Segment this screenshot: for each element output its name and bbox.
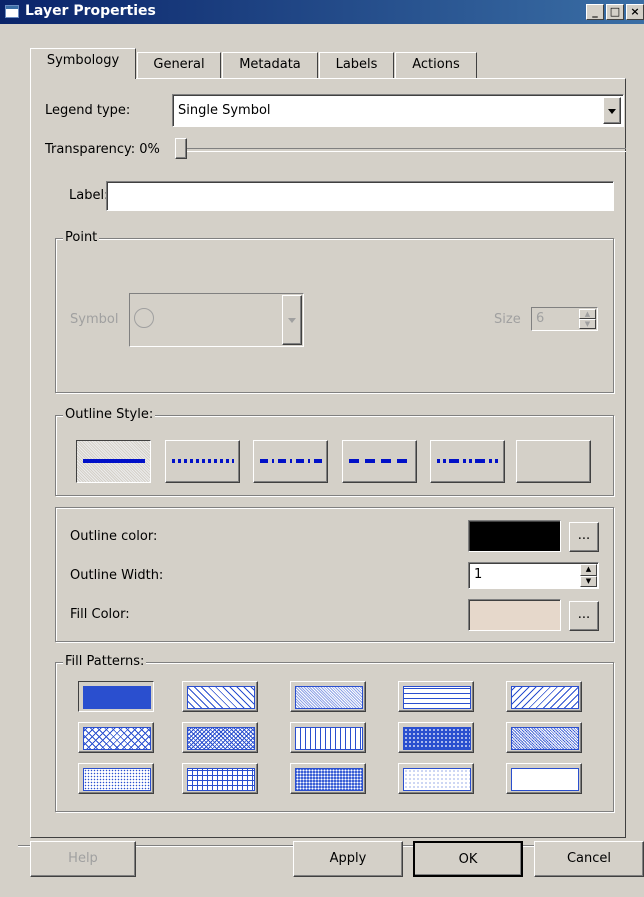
outline-style-none-button[interactable] (516, 440, 591, 483)
outline-width-spinner[interactable]: 1 ▲ ▼ (468, 562, 599, 589)
legend-type-label: Legend type: (45, 103, 131, 118)
help-button[interactable]: Help (30, 841, 136, 877)
symbol-label: Symbol (70, 312, 119, 327)
pattern-diagonal-left-icon (187, 686, 255, 709)
close-button[interactable]: × (626, 4, 644, 20)
tab-metadata[interactable]: Metadata (222, 52, 318, 78)
outline-style-dot-dash-button[interactable] (430, 440, 505, 483)
transparency-label: Transparency: 0% (45, 142, 160, 157)
tab-general[interactable]: General (137, 52, 221, 78)
outline-style-dash-dot-button[interactable] (253, 440, 328, 483)
pattern-grid-icon (187, 768, 255, 791)
window-title: Layer Properties (25, 3, 156, 19)
point-group-title: Point (63, 230, 100, 245)
fill-pattern-solid-button[interactable] (78, 681, 154, 712)
tab-labels-label: Labels (335, 57, 378, 72)
circle-icon (134, 308, 154, 328)
label-input[interactable] (106, 181, 614, 211)
outline-style-solid-button[interactable] (76, 440, 151, 483)
fill-pattern-dense-dots-dark-button[interactable] (398, 722, 474, 753)
cancel-button[interactable]: Cancel (534, 841, 644, 877)
chevron-down-icon (608, 109, 616, 114)
outline-style-dashed-button[interactable] (342, 440, 417, 483)
tab-labels[interactable]: Labels (319, 52, 394, 78)
pattern-solid-icon (83, 686, 151, 709)
pattern-checker-icon (511, 727, 579, 750)
pattern-hollow-icon (511, 768, 579, 791)
pattern-dense-dots-dark-icon (403, 727, 471, 750)
line-dashed-icon (349, 459, 411, 463)
outline-style-dotted-button[interactable] (165, 440, 240, 483)
pattern-dense-dots-medium-icon (295, 768, 363, 791)
fill-color-label: Fill Color: (70, 607, 130, 622)
size-spinner: 6 ▲ ▼ (531, 307, 598, 331)
pattern-horizontal-icon (403, 686, 471, 709)
outline-width-label: Outline Width: (70, 568, 164, 583)
line-dot-dash-icon (437, 459, 499, 463)
size-value: 6 (536, 311, 545, 326)
size-label: Size (494, 312, 521, 327)
ok-button[interactable]: OK (413, 841, 523, 877)
minimize-button[interactable]: _ (586, 4, 604, 20)
fill-pattern-checker-button[interactable] (506, 722, 582, 753)
fill-pattern-crosshatch-fine-button[interactable] (182, 722, 258, 753)
fill-pattern-dense-dots-medium-button[interactable] (290, 763, 366, 794)
outline-width-spin-buttons[interactable]: ▲ ▼ (580, 564, 597, 587)
fill-pattern-vertical-button[interactable] (290, 722, 366, 753)
fill-pattern-sparse-dots-button[interactable] (78, 763, 154, 794)
window-icon (5, 5, 19, 18)
pattern-sparse-dots-icon (83, 768, 151, 791)
fill-pattern-dense-dots-button[interactable] (290, 681, 366, 712)
tab-actions[interactable]: Actions (395, 52, 477, 78)
legend-type-value: Single Symbol (178, 103, 271, 118)
apply-button[interactable]: Apply (293, 841, 403, 877)
fill-pattern-diagonal-right-button[interactable] (506, 681, 582, 712)
fill-color-picker-button[interactable]: ... (569, 601, 599, 631)
fill-pattern-sparse-dots-light-button[interactable] (398, 763, 474, 794)
fill-pattern-grid-button[interactable] (182, 763, 258, 794)
pattern-vertical-icon (295, 727, 363, 750)
outline-color-swatch[interactable] (468, 520, 561, 552)
pattern-dense-dots-icon (295, 686, 363, 709)
legend-type-dropdown-button[interactable] (603, 97, 621, 124)
line-solid-icon (83, 459, 145, 463)
pattern-diagonal-right-icon (511, 686, 579, 709)
fill-patterns-group-title: Fill Patterns: (63, 654, 147, 669)
fill-pattern-diagonal-left-button[interactable] (182, 681, 258, 712)
symbol-picker (129, 293, 304, 347)
pattern-diagonal-cross-icon (83, 727, 151, 750)
transparency-slider-thumb[interactable] (175, 138, 187, 159)
transparency-track[interactable] (176, 148, 626, 152)
pattern-sparse-dots-light-icon (403, 768, 471, 791)
outline-color-picker-button[interactable]: ... (569, 522, 599, 552)
title-bar: Layer Properties _ □ × (0, 0, 644, 24)
maximize-button[interactable]: □ (606, 4, 624, 20)
chevron-down-icon (288, 318, 296, 323)
outline-color-label: Outline color: (70, 529, 158, 544)
line-dash-dot-icon (260, 459, 322, 463)
tab-symbology[interactable]: Symbology (30, 48, 136, 79)
outline-style-group-title: Outline Style: (63, 407, 156, 422)
size-spin-buttons: ▲ ▼ (579, 309, 596, 329)
label-field-label: Label: (69, 188, 109, 203)
tab-symbology-label: Symbology (46, 53, 120, 68)
tab-metadata-label: Metadata (239, 57, 301, 72)
legend-type-select[interactable]: Single Symbol (172, 94, 624, 127)
fill-pattern-horizontal-button[interactable] (398, 681, 474, 712)
tab-actions-label: Actions (412, 57, 460, 72)
tab-general-label: General (153, 57, 205, 72)
pattern-crosshatch-fine-icon (187, 727, 255, 750)
fill-color-swatch[interactable] (468, 599, 561, 631)
fill-pattern-hollow-button[interactable] (506, 763, 582, 794)
symbol-dropdown-button (282, 295, 302, 345)
line-dotted-icon (172, 459, 234, 463)
fill-pattern-diagonal-cross-button[interactable] (78, 722, 154, 753)
outline-width-value: 1 (474, 567, 483, 582)
